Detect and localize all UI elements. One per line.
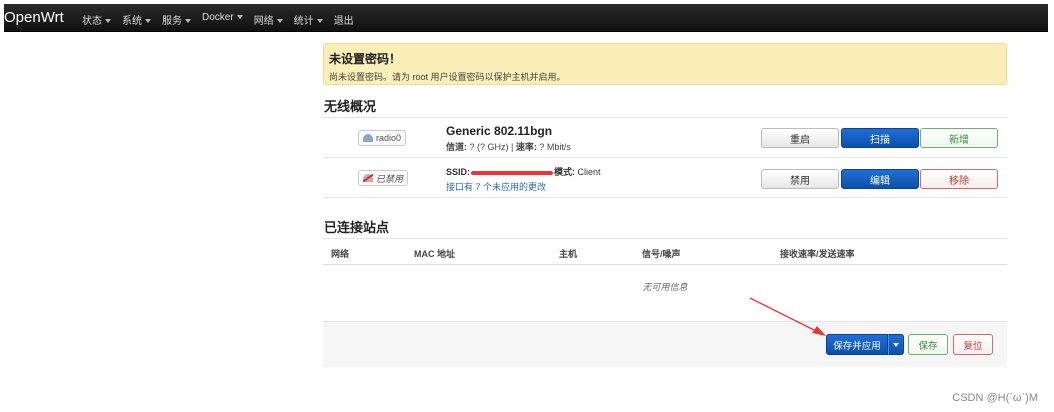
page-actions-bar: 保存并应用 保存 复位 [323, 321, 1007, 367]
chevron-down-icon [316, 19, 323, 24]
connected-stations-table: 网络 MAC 地址 主机 信号/噪声 接收速率/发送速率 无可用信息 [323, 238, 1007, 321]
main-menu: 状态 系统 服务 Docker 网络 统计 退出 [82, 12, 365, 27]
chevron-down-icon [185, 19, 191, 24]
menu-system[interactable]: 系统 [122, 12, 151, 27]
radio-badge-label: radio0 [376, 133, 402, 143]
channel-label: 信道: [446, 142, 467, 152]
col-network: 网络 [331, 249, 350, 259]
alert-title: 未设置密码！ [329, 52, 402, 66]
watermark: CSDN @H(ˊωˋ)M [952, 392, 1038, 404]
menu-logout[interactable]: 退出 [334, 12, 354, 27]
remove-button[interactable]: 移除 [920, 169, 998, 189]
device-details: 信道: ? (? GHz) | 速率: ? Mbit/s [446, 142, 571, 152]
ssid-line: SSID: 模式: Client [446, 165, 601, 178]
connected-stations-heading: 已连接站点 [324, 220, 390, 235]
menu-services[interactable]: 服务 [162, 12, 191, 27]
chevron-down-icon [893, 342, 899, 347]
reset-button[interactable]: 复位 [953, 334, 993, 355]
radio-device-row: radio0 Generic 802.11bgn 信道: ? (? GHz) |… [323, 118, 1007, 158]
restart-button[interactable]: 重启 [761, 128, 839, 148]
empty-state-text: 无可用信息 [642, 282, 688, 292]
col-mac: MAC 地址 [414, 249, 455, 259]
add-network-button[interactable]: 新增 [920, 128, 998, 148]
disabled-badge: 已禁用 [358, 170, 409, 186]
chevron-down-icon [276, 19, 283, 24]
col-host: 主机 [559, 249, 578, 259]
disabled-badge-label: 已禁用 [376, 173, 404, 184]
wifi-antenna-icon [363, 134, 373, 142]
top-navbar: OpenWrt 状态 系统 服务 Docker 网络 统计 退出 [4, 4, 1048, 32]
pending-changes-link[interactable]: 接口有 7 个未应用的更改 [446, 180, 601, 193]
disable-button[interactable]: 禁用 [761, 169, 839, 189]
no-password-alert: 未设置密码！ 尚未设置密码。请为 root 用户设置密码以保护主机并启用。 [323, 43, 1007, 85]
menu-docker[interactable]: Docker [202, 12, 243, 27]
interface-info: SSID: 模式: Client 接口有 7 个未应用的更改 [446, 165, 601, 193]
rate-value: ? Mbit/s [539, 142, 571, 152]
radio-badge: radio0 [358, 130, 407, 146]
edit-button[interactable]: 编辑 [841, 169, 919, 189]
ssid-label: SSID: [446, 167, 471, 177]
mode-label: 模式: [554, 167, 576, 177]
scan-button[interactable]: 扫描 [841, 128, 919, 148]
redacted-ssid-mark [471, 170, 554, 175]
device-name: Generic 802.11bgn [446, 124, 553, 138]
menu-network[interactable]: 网络 [254, 12, 283, 27]
channel-value: ? (? GHz) [469, 142, 509, 152]
rate-label: 速率: [515, 142, 537, 152]
wifi-disabled-icon [363, 174, 373, 182]
chevron-down-icon [236, 15, 243, 20]
alert-text: 尚未设置密码。请为 root 用户设置密码以保护主机并启用。 [329, 72, 566, 82]
device-info: Generic 802.11bgn 信道: ? (? GHz) | 速率: ? … [446, 124, 571, 153]
save-apply-dropdown-toggle[interactable] [888, 334, 904, 355]
save-apply-button[interactable]: 保存并应用 [826, 334, 888, 355]
col-rate: 接收速率/发送速率 [780, 249, 855, 259]
col-signal: 信号/噪声 [642, 249, 681, 259]
mode-value: Client [577, 167, 601, 177]
save-button[interactable]: 保存 [908, 334, 948, 355]
brand-logo[interactable]: OpenWrt [4, 9, 64, 26]
chevron-down-icon [145, 19, 151, 24]
wireless-overview-heading: 无线概况 [324, 99, 377, 114]
stations-table-header: 网络 MAC 地址 主机 信号/噪声 接收速率/发送速率 [323, 238, 1007, 265]
menu-status[interactable]: 状态 [82, 12, 111, 27]
menu-statistics[interactable]: 统计 [294, 12, 323, 27]
wireless-overview-table: radio0 Generic 802.11bgn 信道: ? (? GHz) |… [323, 117, 1007, 198]
chevron-down-icon [105, 19, 111, 24]
wireless-interface-row: 已禁用 SSID: 模式: Client 接口有 7 个未应用的更改 禁用 编辑 … [323, 158, 1007, 198]
